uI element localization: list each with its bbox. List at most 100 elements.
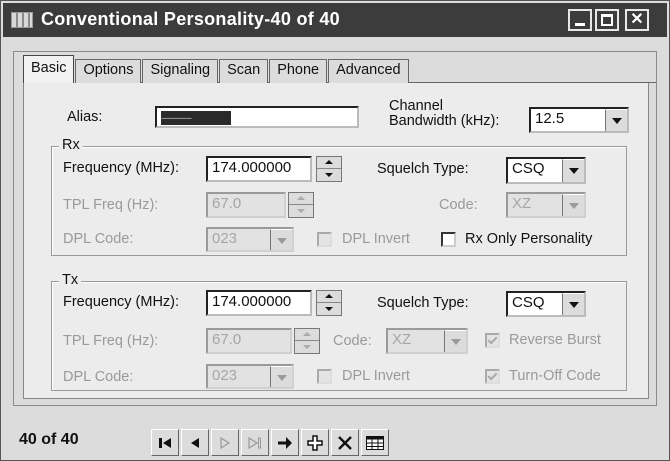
rx-squelch-label: Squelch Type:: [377, 161, 469, 177]
goto-button[interactable]: [271, 429, 299, 456]
spin-down-icon: [297, 209, 305, 213]
rx-dpl-select[interactable]: 023: [206, 227, 294, 252]
bandwidth-select[interactable]: 12.5: [529, 107, 629, 133]
first-record-button[interactable]: [151, 429, 179, 456]
checkmark-icon: [487, 370, 498, 381]
rx-only-personality-label: Rx Only Personality: [465, 231, 593, 247]
first-record-icon: [159, 437, 171, 448]
goto-arrow-icon: [278, 436, 292, 449]
maximize-icon: [601, 14, 613, 26]
chevron-down-icon: [569, 302, 579, 308]
tab-signaling[interactable]: Signaling: [142, 59, 219, 83]
tx-tpl-spinner[interactable]: [294, 328, 320, 354]
alias-label: Alias:: [67, 109, 103, 125]
close-button[interactable]: ✕: [625, 9, 649, 31]
spin-down-icon: [303, 345, 311, 349]
chevron-down-icon: [569, 168, 579, 174]
rx-code-dropdown-button[interactable]: [562, 194, 584, 216]
spin-up-button[interactable]: [317, 291, 341, 303]
tx-code-dropdown-button[interactable]: [444, 330, 466, 352]
tab-basic[interactable]: Basic: [23, 55, 75, 83]
tx-code-value: XZ: [392, 331, 412, 348]
tx-squelch-value: CSQ: [512, 294, 545, 311]
tx-dpl-select[interactable]: 023: [206, 364, 294, 389]
add-record-button[interactable]: [301, 429, 329, 456]
tab-options[interactable]: Options: [75, 59, 142, 83]
rx-frequency-spinner[interactable]: [316, 156, 342, 182]
tx-dpl-invert-checkbox[interactable]: [317, 369, 332, 384]
delete-record-button[interactable]: [331, 429, 359, 456]
minimize-button[interactable]: [568, 9, 592, 31]
spin-up-button[interactable]: [295, 329, 319, 341]
rx-tpl-spinner[interactable]: [288, 192, 314, 218]
rx-dpl-invert-checkbox[interactable]: [317, 232, 332, 247]
tx-tpl-label: TPL Freq (Hz):: [63, 333, 159, 349]
rx-dpl-dropdown-button[interactable]: [270, 229, 292, 250]
checkmark-icon: [487, 334, 498, 345]
tx-dpl-invert-label: DPL Invert: [342, 368, 410, 384]
tx-code-select[interactable]: XZ: [386, 328, 468, 354]
tab-scan[interactable]: Scan: [219, 59, 269, 83]
tab-advanced[interactable]: Advanced: [328, 59, 409, 83]
tx-reverse-burst-label: Reverse Burst: [509, 332, 601, 348]
spin-up-button[interactable]: [289, 193, 313, 205]
tx-squelch-select[interactable]: CSQ: [506, 291, 586, 317]
spin-down-button[interactable]: [295, 341, 319, 353]
title-bar[interactable]: Conventional Personality-40 of 40 ✕: [3, 3, 667, 37]
grid-view-icon: [366, 435, 384, 450]
tx-dpl-value: 023: [212, 367, 238, 384]
tx-group-title: Tx: [59, 272, 82, 288]
rx-code-select[interactable]: XZ: [506, 192, 586, 218]
spin-up-button[interactable]: [317, 157, 341, 169]
grid-view-button[interactable]: [361, 429, 389, 456]
bandwidth-label-line2: Bandwidth (kHz):: [389, 113, 500, 129]
chevron-down-icon: [451, 339, 461, 345]
previous-record-icon: [191, 437, 199, 448]
rx-code-value: XZ: [512, 195, 532, 212]
rx-dpl-value: 023: [212, 230, 238, 247]
rx-tpl-input[interactable]: 67.0: [206, 192, 286, 218]
rx-frequency-label: Frequency (MHz):: [63, 160, 180, 176]
alias-input[interactable]: ---------------: [155, 106, 359, 128]
alias-value: ---------------: [161, 111, 231, 125]
record-count: 40 of 40: [19, 431, 79, 448]
spin-down-button[interactable]: [317, 169, 341, 181]
tx-frequency-spinner[interactable]: [316, 290, 342, 316]
tx-turn-off-code-checkbox[interactable]: [485, 369, 500, 384]
rx-squelch-select[interactable]: CSQ: [506, 157, 586, 184]
tx-squelch-dropdown-button[interactable]: [562, 293, 584, 315]
next-record-button[interactable]: [211, 429, 239, 456]
spin-down-button[interactable]: [317, 303, 341, 315]
last-record-button[interactable]: [241, 429, 269, 456]
rx-squelch-dropdown-button[interactable]: [562, 159, 584, 182]
rx-frequency-input[interactable]: 174.000000: [206, 156, 312, 182]
previous-record-button[interactable]: [181, 429, 209, 456]
delete-record-icon: [338, 435, 352, 450]
tx-code-label: Code:: [333, 333, 372, 349]
bandwidth-label: Channel Bandwidth (kHz):: [389, 99, 499, 129]
tx-dpl-dropdown-button[interactable]: [270, 366, 292, 387]
personality-window: Conventional Personality-40 of 40 ✕ Basi…: [0, 0, 670, 461]
spin-up-icon: [325, 160, 333, 164]
rx-dpl-label: DPL Code:: [63, 231, 134, 247]
rx-dpl-invert-label: DPL Invert: [342, 231, 410, 247]
rx-code-label: Code:: [439, 197, 478, 213]
tx-reverse-burst-checkbox[interactable]: [485, 333, 500, 348]
chevron-down-icon: [612, 118, 622, 124]
spin-down-button[interactable]: [289, 205, 313, 217]
rx-group-title: Rx: [59, 137, 83, 153]
tx-frequency-input[interactable]: 174.000000: [206, 290, 312, 316]
tx-tpl-input[interactable]: 67.0: [206, 328, 292, 354]
rx-tpl-label: TPL Freq (Hz):: [63, 197, 159, 213]
spin-up-icon: [297, 196, 305, 200]
spin-down-icon: [325, 307, 333, 311]
spin-up-icon: [303, 332, 311, 336]
tab-phone[interactable]: Phone: [269, 59, 328, 83]
chevron-down-icon: [277, 238, 287, 244]
rx-only-personality-checkbox[interactable]: [441, 232, 456, 247]
maximize-button[interactable]: [595, 9, 619, 31]
app-icon: [11, 12, 33, 28]
spin-down-icon: [325, 173, 333, 177]
bandwidth-dropdown-button[interactable]: [605, 109, 627, 131]
minimize-icon: [575, 23, 585, 26]
